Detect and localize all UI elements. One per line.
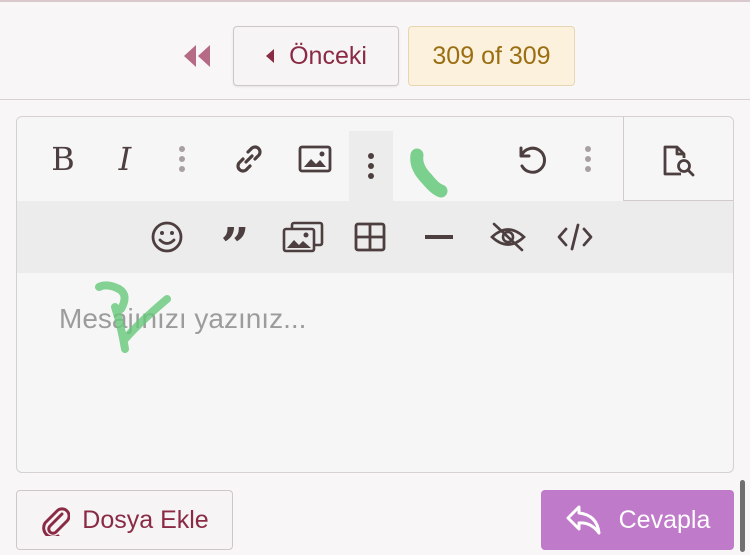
gallery-icon (282, 221, 324, 253)
pagination-divider (0, 99, 750, 100)
emoji-button[interactable] (145, 205, 189, 269)
eye-slash-icon (490, 222, 526, 252)
gallery-button[interactable] (279, 205, 327, 269)
message-placeholder: Mesajınızı yazınız... (59, 303, 307, 334)
page-indicator-label: 309 of 309 (432, 41, 551, 70)
document-search-icon (663, 145, 695, 177)
insert-table-button[interactable] (347, 205, 393, 269)
undo-button[interactable] (507, 127, 553, 191)
code-button[interactable] (551, 205, 599, 269)
bold-icon: B (51, 140, 75, 178)
vertical-ellipsis-icon (368, 153, 374, 179)
reply-label: Cevapla (618, 505, 711, 534)
italic-icon: I (118, 140, 132, 178)
horizontal-line-button[interactable] (417, 205, 461, 269)
quote-icon: ” (220, 216, 250, 275)
previous-page-button[interactable]: Önceki (233, 26, 399, 86)
editor-toolbar-primary: B I (17, 117, 623, 201)
code-icon (557, 223, 593, 251)
first-page-button[interactable] (180, 42, 214, 70)
horizontal-line-icon (425, 235, 453, 239)
more-insert-options-button[interactable] (349, 131, 393, 201)
vertical-ellipsis-icon (585, 146, 591, 172)
quote-button[interactable]: ” (213, 205, 257, 275)
more-misc-options-button[interactable] (573, 127, 603, 191)
insert-image-button[interactable] (293, 127, 337, 191)
bold-button[interactable]: B (43, 127, 83, 191)
image-icon (298, 145, 332, 173)
table-icon (354, 222, 386, 252)
italic-button[interactable]: I (105, 127, 145, 191)
insert-link-button[interactable] (229, 127, 269, 191)
preview-button[interactable] (654, 131, 704, 191)
editor-toolbar-secondary: ” (17, 201, 733, 275)
attach-file-label: Dosya Ekle (82, 505, 209, 534)
reply-arrow-icon (566, 505, 601, 535)
double-chevron-left-icon (184, 45, 210, 67)
top-divider (0, 0, 750, 2)
undo-icon (519, 146, 546, 174)
message-editor: B I ” Mesajınızı yazınız... (16, 116, 734, 473)
page-indicator[interactable]: 309 of 309 (408, 26, 575, 86)
paperclip-icon (42, 507, 71, 536)
page-scrollbar[interactable] (740, 480, 745, 552)
smiley-icon (151, 221, 183, 253)
message-input[interactable]: Mesajınızı yazınız... (17, 273, 733, 472)
vertical-ellipsis-icon (179, 146, 185, 172)
preview-toggle-pane (623, 117, 733, 201)
attach-file-button[interactable]: Dosya Ekle (16, 490, 233, 550)
caret-left-icon (266, 49, 275, 63)
previous-page-label: Önceki (289, 41, 367, 70)
link-icon (236, 145, 262, 173)
reply-button[interactable]: Cevapla (541, 490, 734, 550)
more-text-options-button[interactable] (167, 127, 197, 191)
spoiler-button[interactable] (483, 205, 533, 269)
